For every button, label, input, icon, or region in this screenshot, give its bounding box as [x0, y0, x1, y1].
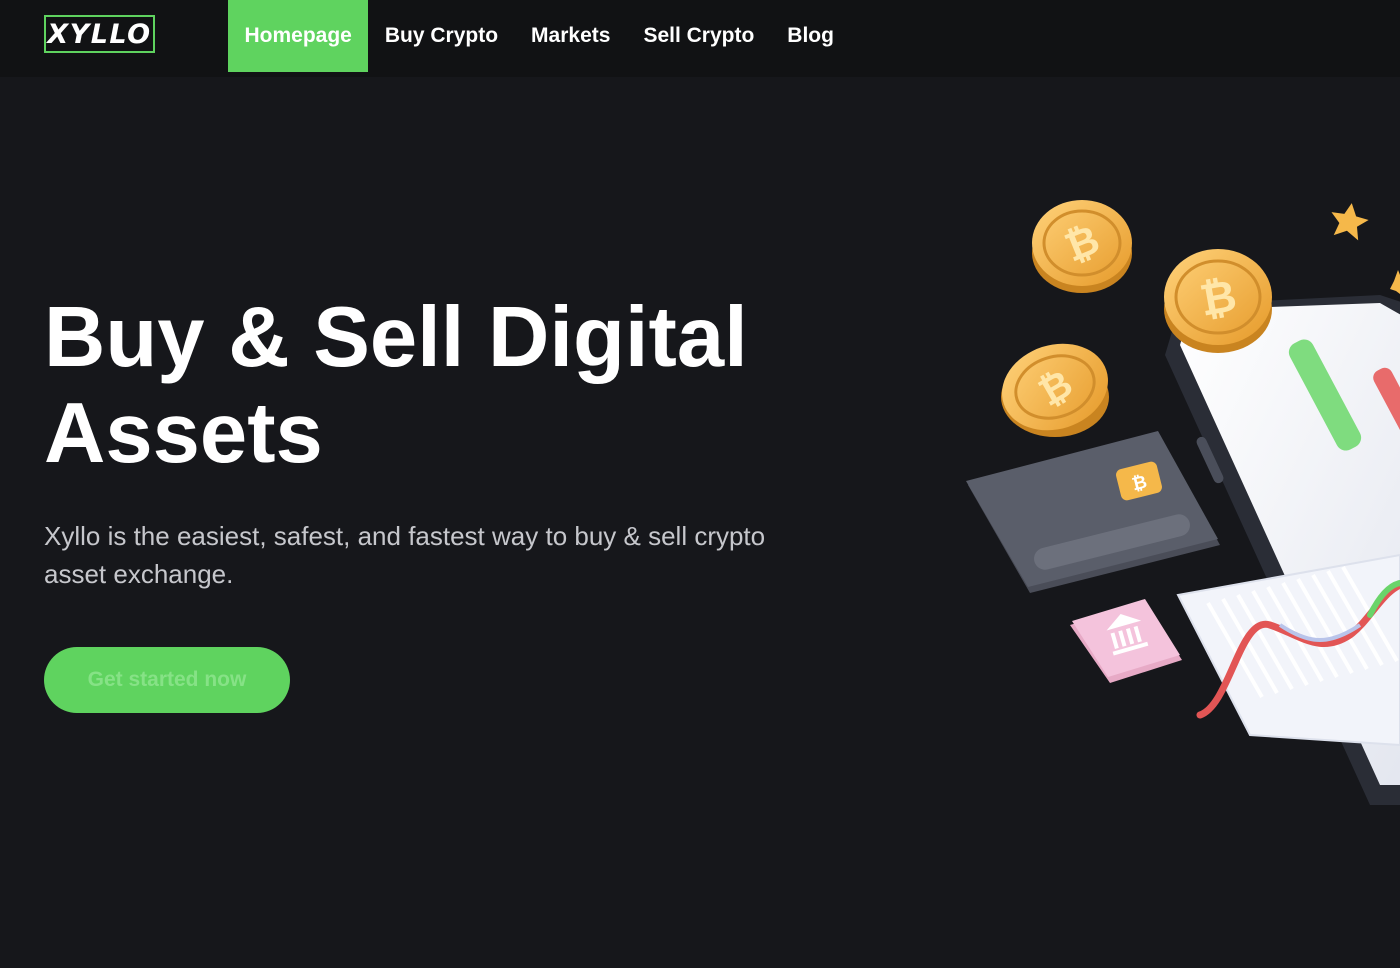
bitcoin-coin-icon: ₿: [1032, 200, 1132, 293]
hero-subtitle: Xyllo is the easiest, safest, and fastes…: [44, 521, 766, 589]
bitcoin-coin-icon: ₿: [1001, 343, 1109, 437]
nav-item-markets[interactable]: Markets: [515, 0, 627, 72]
main-nav: Homepage Buy Crypto Markets Sell Crypto …: [228, 0, 850, 72]
logo-text: XYLLO: [47, 18, 152, 50]
line-chart-icon: [1176, 553, 1400, 747]
bank-icon: [1070, 599, 1182, 683]
star-icon: [1331, 203, 1400, 294]
bitcoin-coin-icon: ₿: [1164, 249, 1272, 353]
nav-item-blog[interactable]: Blog: [771, 0, 851, 72]
nav-item-buy-crypto[interactable]: Buy Crypto: [368, 0, 514, 72]
top-navigation-bar: XYLLO Homepage Buy Crypto Markets Sell C…: [0, 0, 1400, 77]
nav-item-sell-crypto[interactable]: Sell Crypto: [627, 0, 771, 72]
credit-card-icon: ₿: [966, 431, 1220, 593]
crypto-illustration: ₿ ₿ ₿ ₿: [966, 200, 1400, 805]
get-started-button[interactable]: Get started now: [44, 647, 290, 713]
nav-item-homepage[interactable]: Homepage: [228, 0, 369, 72]
hero-title: Buy & Sell Digital Assets: [44, 290, 748, 481]
xyllo-logo[interactable]: XYLLO: [44, 15, 155, 53]
